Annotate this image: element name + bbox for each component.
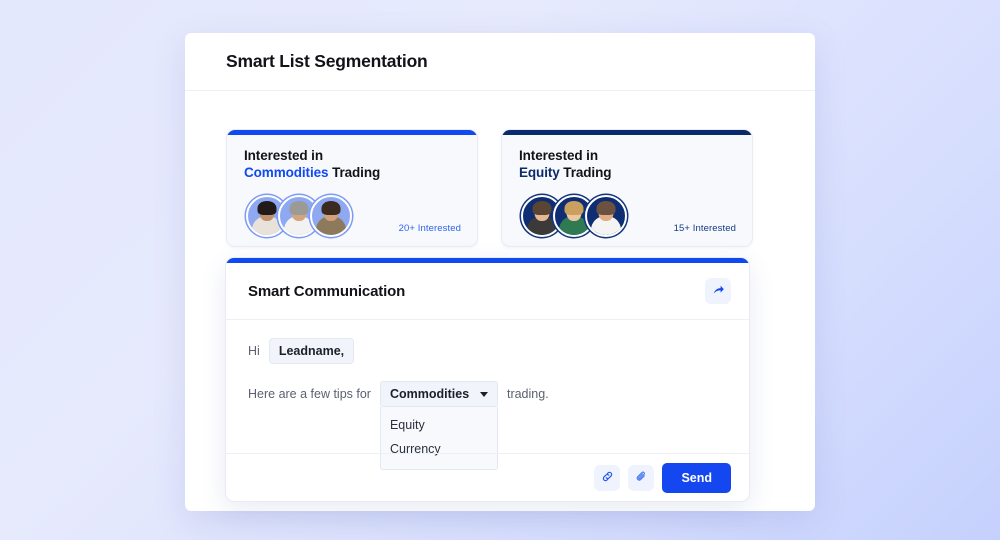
avatar-person-3: [310, 195, 352, 237]
tips-prefix: Here are a few tips for: [248, 387, 371, 401]
segment-card-commodities[interactable]: Interested in Commodities Trading 20+ In…: [226, 129, 478, 247]
panel-header: Smart List Segmentation: [185, 33, 815, 91]
communication-footer: Send: [226, 453, 749, 501]
insert-link-button[interactable]: [594, 464, 621, 491]
page-title: Smart List Segmentation: [226, 51, 428, 71]
segment-cards-row: Interested in Commodities Trading 20+ In…: [226, 129, 774, 247]
share-button[interactable]: [705, 278, 731, 304]
smart-communication-card: Smart Communication Hi Leadname, Here ar…: [225, 257, 750, 502]
segment-card-equity[interactable]: Interested in Equity Trading 15+ Interes…: [501, 129, 753, 247]
send-button[interactable]: Send: [662, 462, 731, 493]
segment-title: Interested in Commodities Trading: [244, 147, 460, 181]
greeting-prefix: Hi: [248, 344, 260, 358]
segment-title: Interested in Equity Trading: [519, 147, 735, 181]
interested-count: 20+ Interested: [398, 223, 461, 234]
tips-line: Here are a few tips for Commodities Equi…: [248, 381, 727, 470]
segment-title-line1: Interested in: [519, 148, 598, 163]
paperclip-icon: [635, 470, 648, 486]
link-icon: [601, 470, 614, 486]
interested-count: 15+ Interested: [673, 223, 736, 234]
segment-title-line1: Interested in: [244, 148, 323, 163]
segment-title-highlight: Equity: [519, 165, 560, 180]
segment-title-suffix: Trading: [559, 165, 612, 180]
trading-type-dropdown-button[interactable]: Commodities: [379, 381, 498, 407]
panel-body: Interested in Commodities Trading 20+ In…: [185, 91, 815, 247]
segment-title-highlight: Commodities: [244, 165, 329, 180]
attach-file-button[interactable]: [628, 464, 655, 491]
communication-header: Smart Communication: [226, 263, 749, 320]
trading-type-selected-value: Commodities: [389, 387, 470, 401]
dropdown-option-equity[interactable]: Equity: [381, 413, 497, 437]
communication-title: Smart Communication: [248, 282, 406, 300]
communication-body: Hi Leadname, Here are a few tips for Com…: [226, 320, 749, 470]
leadname-token[interactable]: Leadname,: [268, 338, 355, 364]
trading-type-dropdown[interactable]: Commodities Equity Currency: [379, 381, 498, 470]
chevron-down-icon: [479, 391, 488, 397]
segment-title-suffix: Trading: [328, 165, 381, 180]
share-arrow-icon: [712, 283, 725, 299]
tips-suffix: trading.: [506, 387, 549, 401]
greeting-line: Hi Leadname,: [248, 338, 727, 364]
avatar-person-6: [585, 195, 627, 237]
